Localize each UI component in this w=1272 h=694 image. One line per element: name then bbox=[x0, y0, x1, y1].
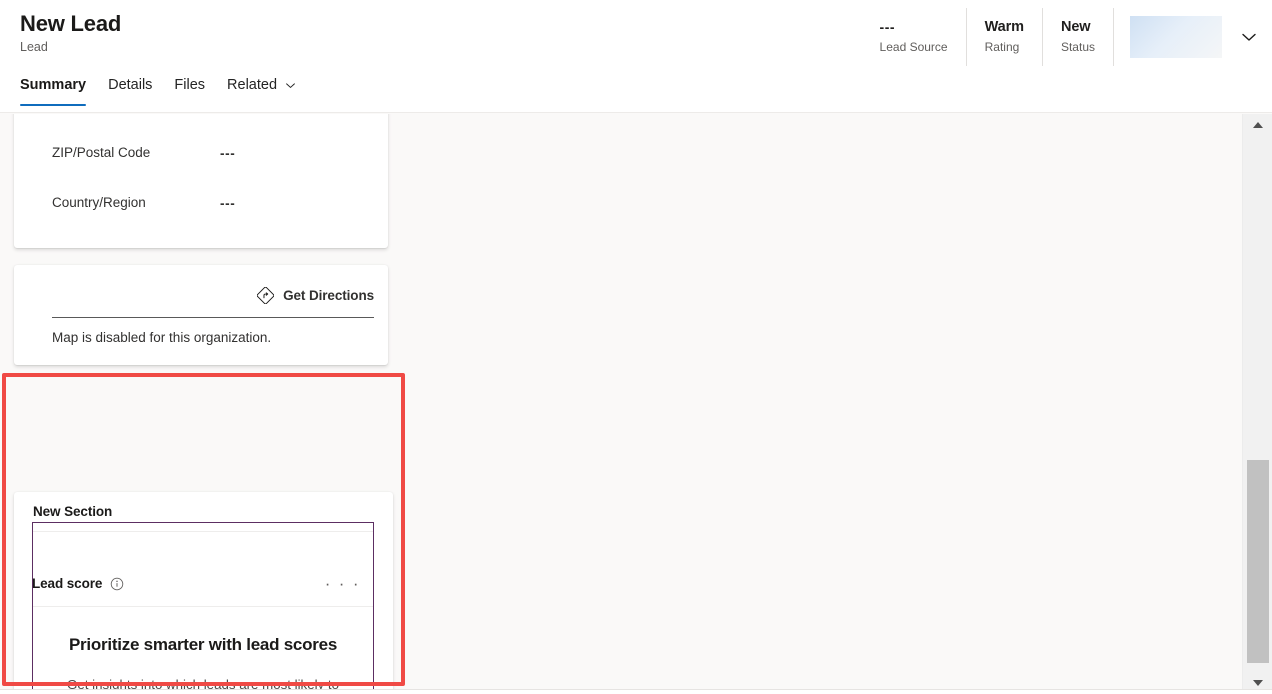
tab-details-label: Details bbox=[108, 77, 153, 93]
tab-files-label: Files bbox=[174, 77, 206, 93]
highlight-outline bbox=[2, 373, 405, 686]
scroll-up-button[interactable] bbox=[1243, 114, 1272, 136]
kpi-lead-source-value: --- bbox=[879, 19, 896, 35]
tab-related[interactable]: Related bbox=[216, 76, 308, 106]
map-divider bbox=[52, 317, 374, 318]
tab-bar: Summary Details Files Related bbox=[20, 76, 308, 106]
triangle-up-icon bbox=[1253, 122, 1263, 128]
directions-sign-icon bbox=[257, 287, 275, 304]
header-kpi-bar: --- Lead Source Warm Rating New Status bbox=[862, 8, 1272, 66]
window-bottom-edge bbox=[0, 689, 1272, 694]
record-identity: New Lead Lead bbox=[20, 11, 121, 56]
kpi-status-label: Status bbox=[1060, 40, 1095, 54]
get-directions-label: Get Directions bbox=[283, 288, 374, 303]
loading-placeholder bbox=[1130, 16, 1222, 58]
field-value-country: --- bbox=[220, 195, 236, 211]
app-root: New Lead Lead --- Lead Source Warm Ratin… bbox=[0, 0, 1272, 694]
field-value-zip: --- bbox=[220, 145, 236, 161]
field-row-country[interactable]: Country/Region --- bbox=[14, 178, 388, 228]
record-header: New Lead Lead --- Lead Source Warm Ratin… bbox=[0, 0, 1272, 113]
get-directions-button[interactable]: Get Directions bbox=[257, 287, 374, 304]
tab-details[interactable]: Details bbox=[97, 76, 163, 106]
header-expand-button[interactable] bbox=[1232, 8, 1272, 66]
entity-type-label: Lead bbox=[20, 40, 48, 54]
kpi-rating-label: Rating bbox=[984, 40, 1020, 54]
tab-files[interactable]: Files bbox=[163, 76, 216, 106]
kpi-lead-source-label: Lead Source bbox=[879, 40, 948, 54]
chevron-down-icon bbox=[1242, 33, 1256, 41]
header-placeholder-region bbox=[1113, 8, 1232, 66]
tab-summary[interactable]: Summary bbox=[20, 76, 97, 106]
kpi-rating[interactable]: Warm Rating bbox=[965, 8, 1042, 66]
kpi-rating-value: Warm bbox=[984, 19, 1024, 35]
map-card: Get Directions Map is disabled for this … bbox=[14, 265, 388, 365]
kpi-lead-source[interactable]: --- Lead Source bbox=[862, 8, 966, 66]
kpi-status[interactable]: New Status bbox=[1041, 8, 1113, 66]
field-row-state-province[interactable]: State/Province bbox=[14, 114, 388, 126]
page-title: New Lead bbox=[20, 11, 122, 36]
scrollbar-thumb[interactable] bbox=[1247, 460, 1269, 663]
tab-related-label: Related bbox=[227, 77, 278, 93]
triangle-down-icon bbox=[1253, 680, 1263, 686]
field-row-zip[interactable]: ZIP/Postal Code --- bbox=[14, 128, 388, 178]
chevron-down-icon bbox=[286, 83, 295, 88]
vertical-scrollbar[interactable] bbox=[1242, 114, 1272, 694]
kpi-status-value: New bbox=[1060, 19, 1091, 35]
field-label-zip: ZIP/Postal Code bbox=[52, 145, 151, 160]
tab-summary-label: Summary bbox=[20, 77, 87, 93]
map-disabled-message: Map is disabled for this organization. bbox=[52, 330, 272, 345]
address-card: State/Province ZIP/Postal Code --- Count… bbox=[14, 114, 388, 248]
field-label-country: Country/Region bbox=[52, 195, 146, 210]
